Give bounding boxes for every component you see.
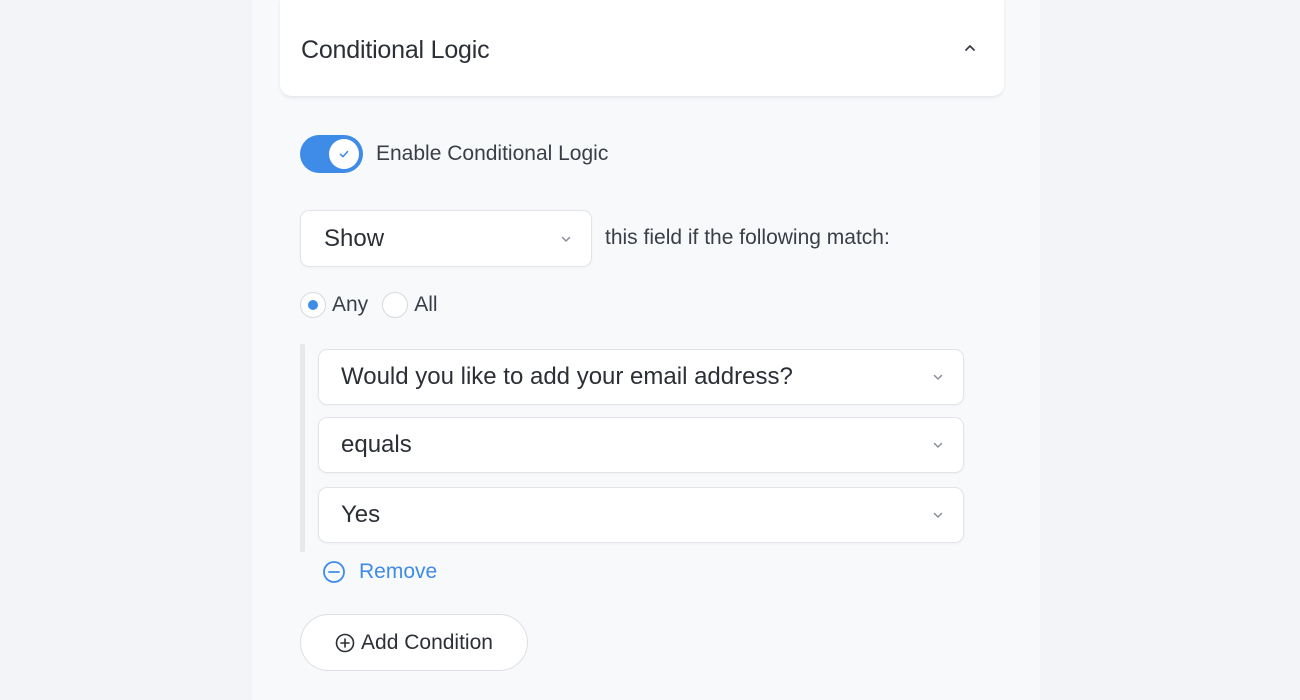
toggle-knob bbox=[329, 139, 359, 169]
condition-value-select[interactable]: Yes bbox=[318, 487, 964, 543]
condition-field-select[interactable]: Would you like to add your email address… bbox=[318, 349, 964, 405]
action-select-value: Show bbox=[324, 224, 385, 252]
condition-field-value: Would you like to add your email address… bbox=[341, 363, 793, 390]
condition-value-value: Yes bbox=[341, 501, 381, 528]
radio-button[interactable] bbox=[300, 292, 326, 318]
section-title: Conditional Logic bbox=[301, 36, 490, 64]
chevron-up-icon bbox=[965, 45, 975, 51]
section-header[interactable]: Conditional Logic bbox=[280, 0, 1004, 97]
chevron-down-icon bbox=[931, 438, 945, 452]
condition-operator-select[interactable]: equals bbox=[318, 417, 964, 473]
chevron-down-icon bbox=[931, 508, 945, 522]
toggle-label: Enable Conditional Logic bbox=[376, 142, 609, 165]
minus-circle-icon bbox=[323, 561, 345, 583]
radio-option-all[interactable]: All bbox=[382, 292, 438, 318]
enable-conditional-logic-toggle[interactable]: Enable Conditional Logic bbox=[300, 134, 608, 174]
radio-selected-dot bbox=[308, 300, 318, 310]
remove-condition-button[interactable]: Remove bbox=[322, 558, 437, 586]
chevron-down-icon bbox=[931, 370, 945, 384]
collapse-button[interactable] bbox=[958, 36, 982, 60]
match-description: this field if the following match: bbox=[605, 226, 890, 249]
add-condition-label: Add Condition bbox=[361, 630, 493, 654]
radio-button[interactable] bbox=[382, 292, 409, 318]
plus-circle-icon bbox=[335, 633, 355, 652]
condition-operator-value: equals bbox=[341, 431, 412, 458]
radio-label: All bbox=[414, 293, 438, 316]
check-icon bbox=[339, 150, 349, 158]
radio-label: Any bbox=[332, 293, 369, 316]
radio-option-any[interactable]: Any bbox=[300, 292, 368, 318]
action-select[interactable]: Show bbox=[300, 210, 592, 267]
condition-group-bar bbox=[300, 344, 305, 552]
chevron-down-icon bbox=[559, 232, 573, 246]
match-mode-group: Any All bbox=[300, 291, 452, 319]
toggle-switch[interactable] bbox=[300, 135, 363, 173]
remove-label: Remove bbox=[359, 560, 438, 583]
add-condition-button[interactable]: Add Condition bbox=[300, 614, 528, 671]
